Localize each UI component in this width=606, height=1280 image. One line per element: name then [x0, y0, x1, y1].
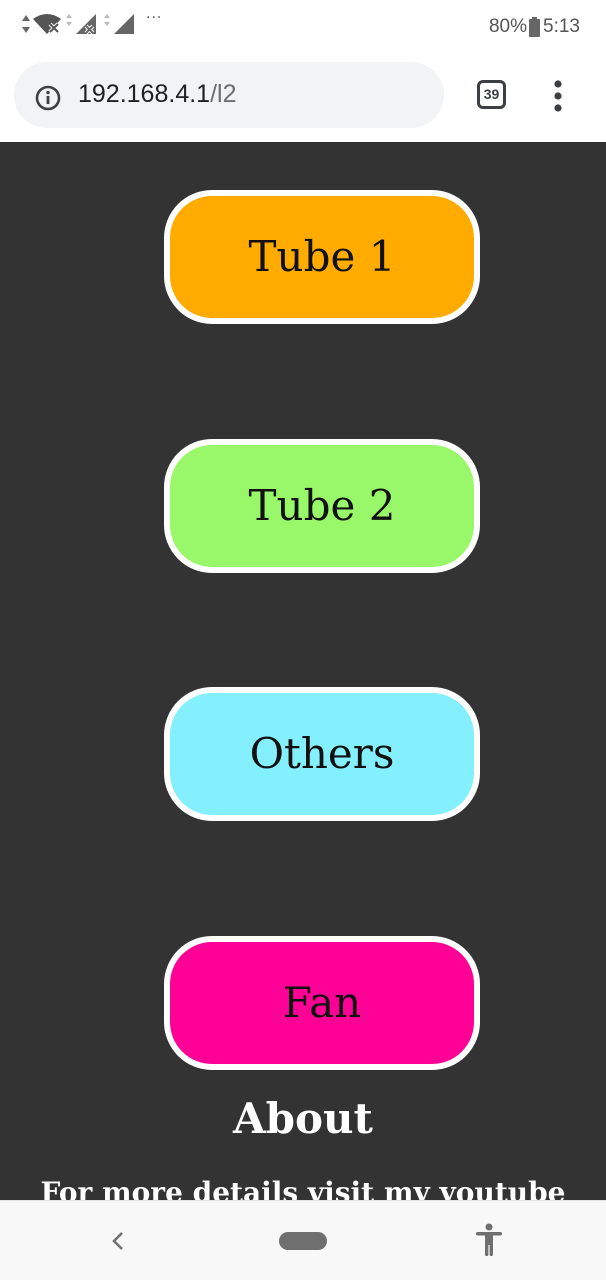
battery-percent: 80% [488, 16, 528, 37]
signal-no-sim-icon [66, 14, 96, 35]
about-text: For more details visit my youtube [40, 1176, 566, 1200]
back-icon[interactable] [108, 1229, 128, 1253]
accessibility-icon[interactable] [474, 1223, 504, 1257]
data-arrows-icon [22, 15, 30, 33]
url-host: 192.168.4.1 [78, 80, 211, 108]
about-heading: About [233, 1094, 373, 1143]
navigation-bar [0, 1200, 606, 1280]
browser-toolbar: 192.168.4.1/l2 39 [0, 56, 606, 142]
tube-1-button[interactable]: Tube 1 [164, 190, 480, 324]
web-content: Tube 1 Tube 2 Others Fan About For more … [0, 142, 606, 1200]
url-path: /l2 [210, 80, 237, 108]
status-icons [22, 12, 138, 36]
status-right: 80% 5:13 [489, 16, 580, 38]
info-icon[interactable] [35, 85, 61, 111]
others-button[interactable]: Others [164, 687, 480, 821]
signal-icon [104, 14, 134, 34]
tube-2-button[interactable]: Tube 2 [164, 439, 480, 573]
clock: 5:13 [543, 16, 580, 37]
notification-overflow: ··· [146, 10, 163, 26]
url-text[interactable]: 192.168.4.1/l2 [78, 80, 236, 109]
address-bar[interactable]: 192.168.4.1/l2 [14, 62, 444, 128]
more-vert-icon[interactable] [550, 80, 566, 112]
tab-switcher-button[interactable]: 39 [477, 80, 506, 109]
fan-button[interactable]: Fan [164, 936, 480, 1070]
wifi-off-icon [33, 14, 61, 34]
home-pill[interactable] [279, 1232, 327, 1250]
battery-icon [529, 17, 541, 37]
status-bar: ··· 80% 5:13 [0, 0, 606, 56]
